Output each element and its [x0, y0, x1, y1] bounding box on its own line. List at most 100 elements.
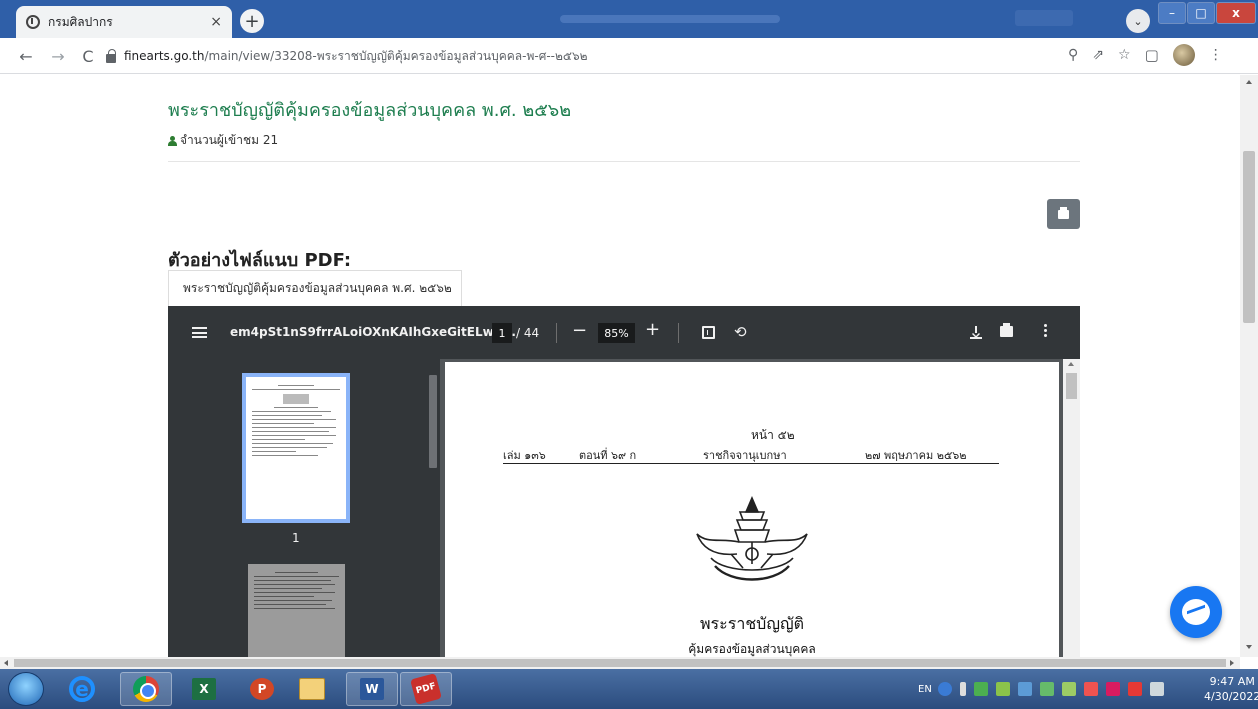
flag-icon[interactable] [1127, 682, 1142, 696]
messenger-chat-button[interactable] [1170, 586, 1222, 638]
share-icon[interactable]: ⇗ [1092, 47, 1104, 63]
window-maximize-button[interactable]: □ [1187, 2, 1215, 24]
back-arrow-icon[interactable]: ← [14, 44, 38, 68]
law-subtitle: คุ้มครองข้อมูลส่วนบุคคล [688, 642, 816, 656]
pdf-scroll-thumb[interactable] [1066, 373, 1077, 399]
tab-title: กรมศิลปากร [48, 14, 113, 29]
new-tab-button[interactable]: + [240, 9, 264, 33]
messenger-icon [1182, 599, 1210, 625]
pdf-page: หน้า ๕๒ เล่ม ๑๓๖ ตอนที่ ๖๙ ก ราชกิจจานุเ… [445, 362, 1059, 657]
printer-icon [1058, 206, 1069, 219]
start-button[interactable] [8, 672, 44, 706]
pdf-file-name: em4pSt1nS9frrALoiOXnKAIhGxeGitELwh... [230, 325, 516, 339]
taskbar-powerpoint[interactable]: P [236, 672, 288, 706]
window-minimize-button[interactable]: – [1158, 2, 1186, 24]
volume-muted-icon[interactable] [1083, 682, 1098, 696]
taskbar-pdf-reader[interactable]: PDF [400, 672, 452, 706]
scroll-down-arrow-icon[interactable] [1246, 645, 1252, 649]
word-icon: W [360, 678, 384, 700]
law-title: พระราชบัญญัติ [700, 614, 804, 633]
help-icon[interactable] [937, 682, 952, 696]
taskbar-file-explorer[interactable] [286, 672, 338, 706]
page-title: พระราชบัญญัติคุ้มครองข้อมูลส่วนบุคคล พ.ศ… [168, 100, 572, 121]
page-vertical-scrollbar[interactable] [1240, 75, 1258, 657]
pin-icon[interactable] [959, 682, 966, 696]
display-icon[interactable] [1149, 682, 1164, 696]
battery-icon[interactable] [1061, 682, 1076, 696]
menu-kebab-icon[interactable]: ⋮ [1209, 47, 1223, 63]
language-indicator[interactable]: EN [918, 684, 932, 695]
shield-icon[interactable] [1017, 682, 1032, 696]
clock-date: 4/30/2022 [1204, 690, 1258, 703]
windows-taskbar: e X P W PDF EN 9:47 AM 4/30/2022 [0, 669, 1258, 709]
pdf-document-scrollbar[interactable] [1063, 359, 1080, 657]
gazette-section: ตอนที่ ๖๙ ก [579, 449, 637, 462]
page-number-input[interactable]: 1 [492, 323, 512, 343]
excel-icon: X [192, 678, 216, 700]
window-close-button[interactable]: x [1216, 2, 1256, 24]
view-count-label: จำนวนผู้เข้าชม 21 [180, 133, 279, 147]
download-icon[interactable] [970, 326, 982, 339]
garuda-emblem-icon [696, 495, 808, 581]
more-options-icon[interactable] [1044, 324, 1048, 338]
page-thumbnail-1[interactable] [242, 373, 350, 523]
side-panel-icon[interactable]: ▢ [1145, 46, 1159, 64]
forward-arrow-icon[interactable]: → [46, 44, 70, 68]
pdf-toolbar: em4pSt1nS9frrALoiOXnKAIhGxeGitELwh... 1 … [168, 306, 1080, 359]
url-path: /main/view/33208-พระราชบัญญัติคุ้มครองข้… [204, 48, 588, 63]
rotate-icon[interactable]: ⟲ [734, 323, 747, 341]
taskbar-word[interactable]: W [346, 672, 398, 706]
system-tray: EN [918, 669, 1172, 709]
scroll-right-arrow-icon[interactable] [1230, 660, 1234, 666]
user-icon [168, 135, 177, 146]
thumbnail-pane: 1 [168, 359, 440, 657]
internet-explorer-icon: e [69, 676, 95, 702]
browser-titlebar: กรมศิลปากร × + ⌄ – □ x [0, 0, 1258, 38]
network-icon[interactable] [1039, 682, 1054, 696]
antivirus-icon[interactable] [995, 682, 1010, 696]
zoom-in-button[interactable]: + [645, 319, 660, 340]
page-total: / 44 [516, 326, 540, 340]
action-center-icon[interactable] [1105, 682, 1120, 696]
page-horizontal-scrollbar[interactable] [0, 657, 1240, 669]
page-scroll-thumb[interactable] [1243, 151, 1255, 323]
title-divider [168, 161, 1080, 162]
view-count: จำนวนผู้เข้าชม 21 [168, 131, 278, 150]
gazette-publication: ราชกิจจานุเบกษา [703, 449, 787, 462]
taskbar-excel[interactable]: X [178, 672, 230, 706]
browser-tab[interactable]: กรมศิลปากร × [16, 6, 232, 38]
tab-search-chevron-icon[interactable]: ⌄ [1126, 9, 1150, 33]
scroll-left-arrow-icon[interactable] [4, 660, 8, 666]
system-clock[interactable]: 9:47 AM 4/30/2022 [1204, 674, 1258, 704]
zoom-magnifier-icon[interactable]: ⚲ [1068, 47, 1078, 63]
thumbnail-scrollbar[interactable] [426, 359, 440, 657]
attachment-tab[interactable]: พระราชบัญญัติคุ้มครองข้อมูลส่วนบุคคล พ.ศ… [168, 270, 462, 306]
profile-avatar[interactable] [1172, 44, 1195, 66]
zoom-level-input[interactable]: 85% [598, 323, 635, 343]
scroll-up-icon[interactable] [1068, 362, 1074, 366]
pdf-print-icon[interactable] [1000, 323, 1013, 337]
fit-to-page-icon[interactable] [702, 326, 715, 339]
toolbar-icons: ⚲ ⇗ ☆ ▢ ⋮ [1068, 44, 1223, 66]
taskbar-chrome[interactable] [120, 672, 172, 706]
page-content: พระราชบัญญัติคุ้มครองข้อมูลส่วนบุคคล พ.ศ… [0, 75, 1240, 657]
print-page-button[interactable] [1047, 199, 1080, 229]
taskbar-internet-explorer[interactable]: e [56, 672, 108, 706]
reload-icon[interactable]: C [76, 44, 100, 68]
zoom-out-button[interactable]: − [572, 320, 587, 341]
gazette-volume: เล่ม ๑๓๖ [503, 449, 546, 462]
url-host: finearts.go.th [124, 49, 205, 63]
scroll-up-arrow-icon[interactable] [1246, 80, 1252, 84]
address-bar[interactable]: finearts.go.th /main/view/33208-พระราชบั… [106, 43, 1096, 69]
pdf-viewer: em4pSt1nS9frrALoiOXnKAIhGxeGitELwh... 1 … [168, 306, 1080, 657]
sync-icon[interactable] [973, 682, 988, 696]
gazette-date: ๒๗ พฤษภาคม ๒๕๖๒ [865, 449, 967, 462]
page-thumbnail-2[interactable] [248, 564, 345, 657]
sidebar-menu-icon[interactable] [192, 327, 207, 338]
horizontal-scroll-thumb[interactable] [14, 659, 1226, 667]
blurred-profile-button[interactable] [1015, 10, 1073, 26]
bookmark-star-icon[interactable]: ☆ [1118, 47, 1131, 63]
powerpoint-icon: P [250, 678, 274, 700]
pdf-reader-icon: PDF [410, 673, 442, 705]
tab-close-icon[interactable]: × [210, 14, 222, 30]
